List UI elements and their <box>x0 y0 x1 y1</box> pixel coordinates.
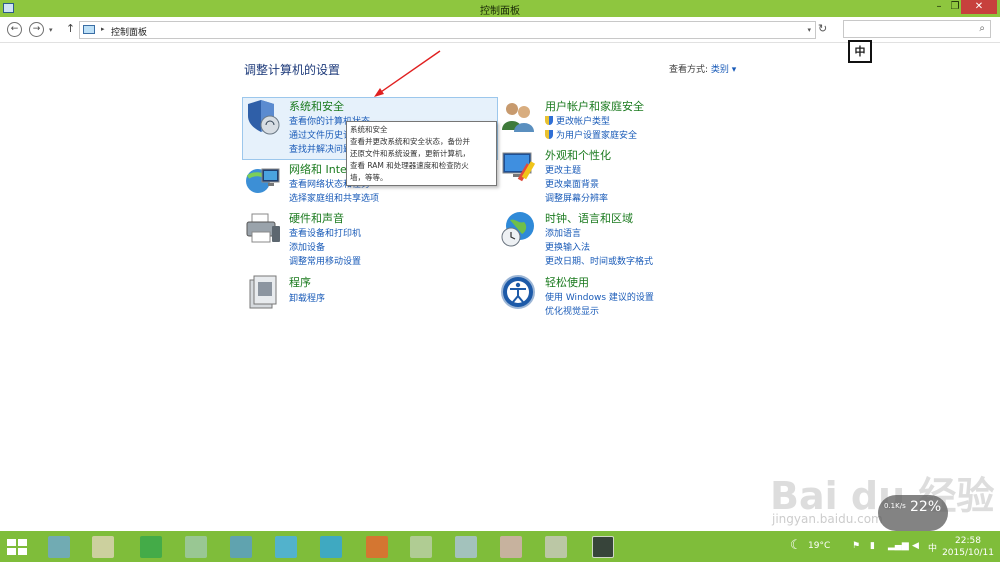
weather-moon-icon[interactable]: ☾ <box>790 538 802 553</box>
category-link[interactable]: 选择家庭组和共享选项 <box>289 191 379 204</box>
close-button[interactable]: ✕ <box>961 0 997 14</box>
category-link[interactable]: 查看设备和打印机 <box>289 226 361 239</box>
taskbar-app[interactable] <box>48 536 70 558</box>
breadcrumb-separator[interactable]: ▸ <box>101 25 105 33</box>
category-user-accounts[interactable]: 用户帐户和家庭安全 更改帐户类型 为用户设置家庭安全 <box>500 98 750 142</box>
category-clock-language[interactable]: 时钟、语言和区域 添加语言 更换输入法 更改日期、时间或数字格式 <box>500 210 750 268</box>
breadcrumb[interactable]: 控制面板 <box>111 25 147 38</box>
search-input[interactable] <box>848 21 968 36</box>
page-title: 调整计算机的设置 <box>244 63 341 77</box>
temperature[interactable]: 19°C <box>808 541 830 551</box>
taskbar-app[interactable] <box>500 536 522 558</box>
category-ease-of-access[interactable]: 轻松使用 使用 Windows 建议的设置 优化视觉显示 <box>500 274 750 318</box>
annotation-arrow <box>374 50 441 97</box>
tooltip: 系统和安全 查看并更改系统和安全状态，备份并 还原文件和系统设置，更新计算机， … <box>346 121 497 186</box>
address-dropdown[interactable]: ▾ <box>807 26 811 34</box>
category-link[interactable]: 更改帐户类型 <box>545 114 610 127</box>
flag-icon[interactable]: ⚑ <box>852 541 860 551</box>
forward-button[interactable]: → <box>29 22 44 37</box>
taskbar-app[interactable] <box>366 536 388 558</box>
category-link[interactable]: 添加设备 <box>289 240 325 253</box>
taskbar-app[interactable] <box>545 536 567 558</box>
clock[interactable]: 22:58 2015/10/11 <box>942 535 994 559</box>
taskbar-app[interactable] <box>230 536 252 558</box>
address-bar[interactable]: ▸ 控制面板 ▾ <box>79 21 816 39</box>
back-button[interactable]: ← <box>7 22 22 37</box>
users-icon <box>502 103 534 132</box>
category-title[interactable]: 时钟、语言和区域 <box>545 210 633 226</box>
taskbar-app[interactable] <box>92 536 114 558</box>
category-link[interactable]: 为用户设置家庭安全 <box>545 128 637 141</box>
date: 2015/10/11 <box>942 548 994 558</box>
category-link[interactable]: 使用 Windows 建议的设置 <box>545 290 654 303</box>
category-link[interactable]: 更改日期、时间或数字格式 <box>545 254 653 267</box>
taskbar: ☾ 19°C ⚑ ▮ ▂▄▆ ◀ 中 22:58 2015/10/11 <box>0 531 1000 562</box>
shield-icon <box>248 100 280 135</box>
speed-rate: 0.1K/s <box>884 502 906 510</box>
window-title: 控制面板 <box>480 6 520 17</box>
recent-locations-dropdown[interactable]: ▾ <box>49 26 53 34</box>
appearance-icon <box>502 152 536 182</box>
category-link[interactable]: 添加语言 <box>545 226 581 239</box>
tooltip-line: 还原文件和系统设置，更新计算机， <box>350 149 470 158</box>
time: 22:58 <box>955 536 981 546</box>
programs-icon <box>249 275 277 309</box>
ease-of-access-icon <box>501 275 535 309</box>
taskbar-app[interactable] <box>320 536 342 558</box>
category-title[interactable]: 系统和安全 <box>289 98 344 114</box>
uac-shield-icon <box>545 130 553 139</box>
battery-icon[interactable]: ▮ <box>870 541 875 551</box>
refresh-icon[interactable]: ↻ <box>818 22 827 35</box>
tooltip-line: 查看 RAM 和处理器速度和检查防火 <box>350 161 469 170</box>
taskbar-app[interactable] <box>455 536 477 558</box>
speed-percent: 22% <box>910 499 942 515</box>
category-link[interactable]: 查找并解决问题 <box>289 142 352 155</box>
tooltip-title: 系统和安全 <box>350 125 388 134</box>
globe-clock-icon <box>501 212 534 247</box>
category-title[interactable]: 外观和个性化 <box>545 147 611 163</box>
category-link[interactable]: 更换输入法 <box>545 240 590 253</box>
category-programs[interactable]: 程序 卸载程序 <box>244 274 494 309</box>
ime-indicator[interactable]: 中 <box>848 40 872 63</box>
category-link[interactable]: 调整屏幕分辨率 <box>545 191 608 204</box>
control-panel-icon <box>83 25 95 34</box>
tooltip-line: 墙，等等。 <box>350 173 388 182</box>
network-signal-icon[interactable]: ▂▄▆ <box>888 541 909 551</box>
category-title[interactable]: 轻松使用 <box>545 274 589 290</box>
category-title[interactable]: 用户帐户和家庭安全 <box>545 98 644 114</box>
category-link[interactable]: 更改桌面背景 <box>545 177 599 190</box>
category-title[interactable]: 程序 <box>289 274 311 290</box>
view-by-dropdown[interactable]: 类别 ▾ <box>711 65 736 75</box>
ime-tray[interactable]: 中 <box>928 541 937 554</box>
category-link[interactable]: 更改主题 <box>545 163 581 176</box>
up-button[interactable]: ↑ <box>63 22 78 37</box>
search-icon[interactable]: ⌕ <box>979 23 985 34</box>
control-panel-taskbar-icon[interactable] <box>592 536 614 558</box>
printer-icon <box>246 213 280 243</box>
category-link[interactable]: 卸载程序 <box>289 291 325 304</box>
watermark-url: jingyan.baidu.com <box>772 512 883 526</box>
tooltip-line: 查看并更改系统和安全状态，备份并 <box>350 137 470 146</box>
category-hardware-sound[interactable]: 硬件和声音 查看设备和打印机 添加设备 调整常用移动设置 <box>244 210 494 268</box>
taskbar-app[interactable] <box>410 536 432 558</box>
uac-shield-icon <box>545 116 553 125</box>
title-bar: 控制面板 – ❐ ✕ <box>0 0 1000 17</box>
start-button[interactable] <box>7 539 27 555</box>
view-by-label: 查看方式: <box>669 65 709 75</box>
category-link[interactable]: 调整常用移动设置 <box>289 254 361 267</box>
category-title[interactable]: 硬件和声音 <box>289 210 344 226</box>
taskbar-app[interactable] <box>140 536 162 558</box>
category-appearance[interactable]: 外观和个性化 更改主题 更改桌面背景 调整屏幕分辨率 <box>500 147 750 205</box>
taskbar-app[interactable] <box>185 536 207 558</box>
network-speed-widget[interactable]: 0.1K/s 22% <box>878 495 948 531</box>
search-box[interactable]: ⌕ <box>843 20 991 38</box>
view-by: 查看方式: 类别 ▾ <box>669 62 736 75</box>
taskbar-app[interactable] <box>275 536 297 558</box>
volume-icon[interactable]: ◀ <box>912 541 919 551</box>
network-icon <box>246 168 280 193</box>
category-link[interactable]: 优化视觉显示 <box>545 304 599 317</box>
